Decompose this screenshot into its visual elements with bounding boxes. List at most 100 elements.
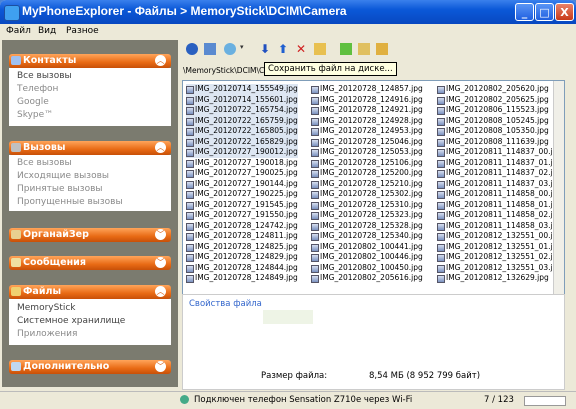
file-row[interactable]: IMG_20120727_190144.jpg: [186, 179, 298, 190]
file-row[interactable]: IMG_20120811_114837_01.jpg: [437, 158, 562, 169]
file-row[interactable]: IMG_20120722_165759.jpg: [186, 115, 298, 126]
file-row[interactable]: IMG_20120812_132551_01.jpg: [437, 242, 562, 253]
folder-action-icon[interactable]: [314, 43, 326, 55]
file-row[interactable]: IMG_20120728_124921.jpg: [311, 105, 423, 116]
sidebar-item-calls-all[interactable]: Все вызовы: [17, 158, 72, 168]
menu-file[interactable]: Файл: [6, 26, 31, 36]
file-row[interactable]: IMG_20120802_205616.jpg: [311, 273, 423, 284]
file-row[interactable]: IMG_20120728_124953.jpg: [311, 126, 423, 137]
folder-up-icon[interactable]: [358, 43, 370, 55]
file-row[interactable]: IMG_20120812_132551_02.jpg: [437, 252, 562, 263]
file-row[interactable]: IMG_20120802_100441.jpg: [311, 242, 423, 253]
menu-misc[interactable]: Разное: [66, 26, 99, 36]
file-row[interactable]: IMG_20120728_124829.jpg: [186, 252, 298, 263]
chevron-down-icon[interactable]: ﹀: [155, 361, 166, 372]
file-row[interactable]: IMG_20120811_114837_02.jpg: [437, 168, 562, 179]
file-row[interactable]: IMG_20120728_124811.jpg: [186, 231, 298, 242]
sidebar-item-system-storage[interactable]: Системное хранилище: [17, 316, 125, 326]
chevron-up-icon[interactable]: ︿: [155, 142, 166, 153]
file-row[interactable]: IMG_20120811_114837_00.jpg: [437, 147, 562, 158]
delete-icon[interactable]: ✕: [296, 43, 308, 55]
maximize-button[interactable]: □: [535, 3, 554, 21]
file-row[interactable]: IMG_20120812_132551_00.jpg: [437, 231, 562, 242]
sidebar-item-incoming[interactable]: Принятые вызовы: [17, 184, 103, 194]
file-row[interactable]: IMG_20120728_124844.jpg: [186, 263, 298, 274]
file-row[interactable]: IMG_20120811_114837_03.jpg: [437, 179, 562, 190]
file-row[interactable]: IMG_20120728_125340.jpg: [311, 231, 423, 242]
chevron-up-icon[interactable]: ︿: [155, 286, 166, 297]
file-row[interactable]: IMG_20120728_125200.jpg: [311, 168, 423, 179]
file-row[interactable]: IMG_20120808_105245.jpg: [437, 116, 562, 127]
file-row[interactable]: IMG_20120728_125323.jpg: [311, 210, 423, 221]
file-row[interactable]: IMG_20120802_205625.jpg: [437, 95, 562, 106]
calls-header[interactable]: Вызовы ︿: [9, 141, 171, 155]
file-row[interactable]: IMG_20120722_165829.jpg: [186, 136, 298, 147]
file-row[interactable]: IMG_20120808_105350.jpg: [437, 126, 562, 137]
chevron-up-icon[interactable]: ︿: [155, 55, 166, 66]
upload-icon[interactable]: ⬆: [278, 43, 290, 55]
file-row[interactable]: IMG_20120728_125053.jpg: [311, 147, 423, 158]
file-row[interactable]: IMG_20120812_132629.jpg: [437, 273, 562, 284]
connect-icon[interactable]: [186, 43, 198, 55]
sidebar-item-missed[interactable]: Пропущенные вызовы: [17, 197, 123, 207]
scrollbar[interactable]: [553, 81, 564, 294]
sidebar-item-contacts-all[interactable]: Все вызовы: [17, 71, 72, 81]
file-row[interactable]: IMG_20120727_190012.jpg: [186, 147, 298, 158]
sidebar-item-memorystick[interactable]: MemoryStick: [17, 303, 76, 313]
file-row[interactable]: IMG_20120722_165754.jpg: [186, 105, 298, 116]
file-row[interactable]: IMG_20120728_124849.jpg: [186, 273, 298, 284]
file-row[interactable]: IMG_20120727_191545.jpg: [186, 200, 298, 211]
dropdown-arrow-icon[interactable]: ▾: [240, 43, 246, 55]
chevron-down-icon[interactable]: ﹀: [155, 229, 166, 240]
file-row[interactable]: IMG_20120806_115523.jpg: [437, 105, 562, 116]
chevron-down-icon[interactable]: ﹀: [155, 257, 166, 268]
file-row[interactable]: IMG_20120728_125328.jpg: [311, 221, 423, 232]
sidebar-item-apps[interactable]: Приложения: [17, 329, 77, 339]
file-row[interactable]: IMG_20120727_190025.jpg: [186, 168, 298, 179]
file-list[interactable]: IMG_20120714_155549.jpg IMG_20120714_1556…: [182, 80, 565, 295]
file-row[interactable]: IMG_20120808_111639.jpg: [437, 137, 562, 148]
file-row[interactable]: IMG_20120802_205620.jpg: [437, 84, 562, 95]
file-row[interactable]: IMG_20120722_165805.jpg: [186, 126, 298, 137]
file-row[interactable]: IMG_20120811_114858_01.jpg: [437, 200, 562, 211]
messages-header[interactable]: Сообщения ﹀: [9, 256, 171, 270]
file-row[interactable]: IMG_20120714_155601.jpg: [186, 94, 298, 105]
file-row[interactable]: IMG_20120811_114858_03.jpg: [437, 221, 562, 232]
file-row[interactable]: IMG_20120728_125046.jpg: [311, 137, 423, 148]
file-row[interactable]: IMG_20120727_190225.jpg: [186, 189, 298, 200]
sidebar-item-google[interactable]: Google: [17, 97, 49, 107]
contacts-header[interactable]: Контакты ︿: [9, 54, 171, 68]
file-row[interactable]: IMG_20120812_132551_03.jpg: [437, 263, 562, 274]
file-row[interactable]: IMG_20120727_191550.jpg: [186, 210, 298, 221]
file-row[interactable]: IMG_20120802_100446.jpg: [311, 252, 423, 263]
minimize-button[interactable]: _: [515, 3, 534, 21]
close-button[interactable]: X: [555, 3, 574, 21]
file-row[interactable]: IMG_20120728_124916.jpg: [311, 95, 423, 106]
file-row[interactable]: IMG_20120728_125106.jpg: [311, 158, 423, 169]
picture-icon[interactable]: [204, 43, 216, 55]
file-row[interactable]: IMG_20120727_190018.jpg: [186, 158, 298, 169]
download-icon[interactable]: ⬇: [260, 43, 272, 55]
files-header[interactable]: Файлы ︿: [9, 285, 171, 299]
file-row[interactable]: IMG_20120811_114858_00.jpg: [437, 189, 562, 200]
folder-edit-icon[interactable]: [376, 43, 388, 55]
file-row[interactable]: IMG_20120728_125210.jpg: [311, 179, 423, 190]
file-row[interactable]: IMG_20120802_100450.jpg: [311, 263, 423, 274]
menu-view[interactable]: Вид: [38, 26, 56, 36]
organizer-header[interactable]: ОрганайЗер ﹀: [9, 228, 171, 242]
sidebar-item-phone[interactable]: Телефон: [17, 84, 58, 94]
sidebar-item-outgoing[interactable]: Исходящие вызовы: [17, 171, 109, 181]
file-row[interactable]: IMG_20120714_155549.jpg: [186, 84, 298, 95]
file-row[interactable]: IMG_20120728_124857.jpg: [311, 84, 423, 95]
properties-title[interactable]: Свойства файла: [189, 299, 262, 309]
file-row[interactable]: IMG_20120728_125310.jpg: [311, 200, 423, 211]
new-folder-icon[interactable]: [340, 43, 352, 55]
extra-header[interactable]: Дополнительно ﹀: [9, 360, 171, 374]
file-row[interactable]: IMG_20120728_125302.jpg: [311, 189, 423, 200]
file-row[interactable]: IMG_20120728_124928.jpg: [311, 116, 423, 127]
sidebar-item-skype[interactable]: Skype™: [17, 110, 53, 120]
file-row[interactable]: IMG_20120811_114858_02.jpg: [437, 210, 562, 221]
refresh-icon[interactable]: [224, 43, 236, 55]
file-row[interactable]: IMG_20120728_124825.jpg: [186, 242, 298, 253]
title-bar[interactable]: MyPhoneExplorer - Файлы > MemoryStick\DC…: [0, 0, 576, 24]
